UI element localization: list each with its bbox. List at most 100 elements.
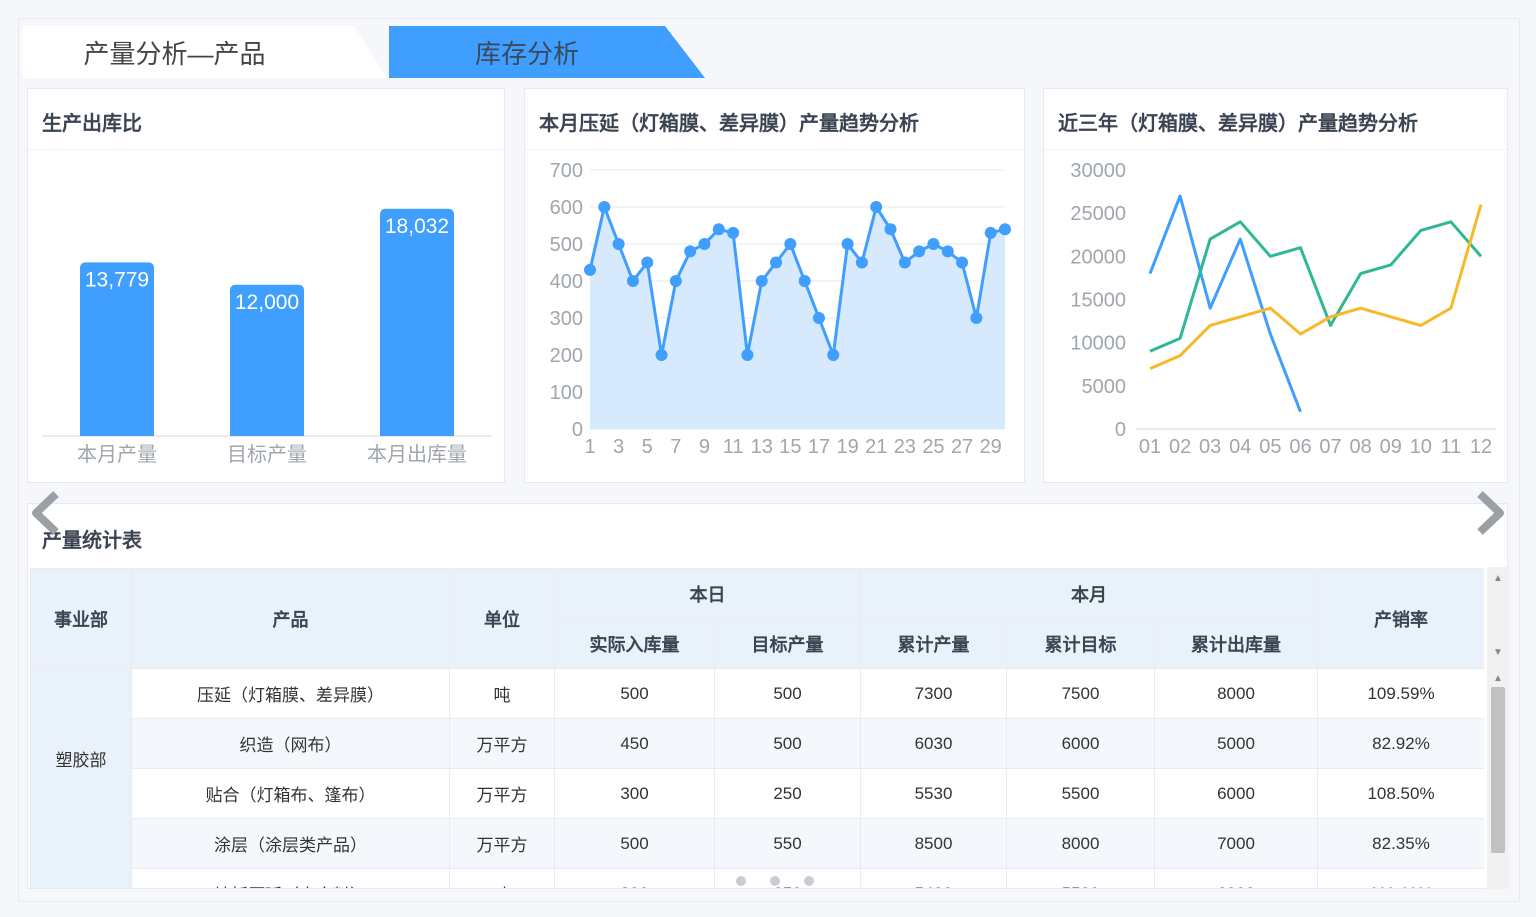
x-tick-label: 15 [779,436,801,458]
cell-target: 500 [714,718,861,769]
scroll-up-icon[interactable]: ▲ [1487,673,1509,684]
y-tick-label: 300 [550,308,583,330]
chevron-left-icon[interactable] [26,488,66,538]
data-point [827,349,840,361]
y-tick-label: 600 [550,197,583,219]
data-point [626,275,639,287]
x-tick-label: 13 [751,436,773,458]
data-point [755,275,768,287]
cell-unit: 万平方 [449,718,555,769]
panel-output-table: 产量统计表 事业部 产品 单位 本日 本月 产销率 实际入库量 目标产量 累计产… [27,503,1508,889]
header-product: 产品 [131,568,450,669]
carousel-dots [736,876,814,886]
tab-label: 产量分析—产品 [83,38,266,69]
series-line [1148,194,1302,413]
header-unit: 单位 [449,568,555,669]
x-tick-label: 3 [613,436,624,458]
cell-cum-output: 7300 [860,668,1007,719]
data-point [812,312,825,324]
panel-production-ratio: 生产出库比 13,779 本月产量 12,000 目标产量 18,032 本月出库量 [27,88,505,483]
x-tick-label: 本月产量 [77,443,157,466]
scroll-down-icon[interactable]: ▼ [1487,647,1509,658]
y-tick-label: 5000 [1082,376,1127,398]
tab-production-product[interactable]: 产量分析—产品 [22,26,387,78]
data-point [684,245,697,258]
carousel-dot[interactable] [736,876,746,886]
x-tick-label: 06 [1289,436,1311,458]
data-point [584,263,596,276]
x-tick-label: 29 [980,436,1002,458]
table-row: 贴合（灯箱布、篷布） 万平方 300 250 5530 5500 6000 108.50% [31,768,1484,819]
x-tick-label: 本月出库量 [367,443,467,466]
data-point [798,275,811,287]
cell-cum-output: 5530 [860,768,1007,819]
table-scroll-area[interactable]: 事业部 产品 单位 本日 本月 产销率 实际入库量 目标产量 累计产量 累计目标… [30,568,1484,888]
y-tick-label: 100 [550,382,583,404]
area-fill [590,207,1005,429]
cell-product: 压延（灯箱膜、差异膜） [131,668,450,719]
x-tick-label: 7 [670,436,681,458]
y-tick-label: 10000 [1070,333,1126,355]
output-table: 事业部 产品 单位 本日 本月 产销率 实际入库量 目标产量 累计产量 累计目标… [30,568,1484,888]
header-today: 本日 [554,568,861,619]
cell-unit: 吨 [449,868,555,888]
chevron-right-icon[interactable] [1470,488,1510,538]
data-point [770,256,783,269]
bar-data-label: 18,032 [385,215,449,238]
tab-inventory-analysis[interactable]: 库存分析 [389,26,705,78]
y-tick-label: 500 [550,234,583,256]
table-scrollbar[interactable]: ▲ ▼ ▲ [1487,567,1509,889]
series-line [1149,220,1483,353]
cell-cum-out: 7000 [1153,818,1319,869]
cell-actual-in: 500 [554,668,715,719]
x-tick-label: 02 [1169,436,1191,458]
data-point [855,256,868,269]
bar [380,208,454,436]
cell-cum-target: 5500 [1006,768,1155,819]
x-tick-label: 04 [1229,436,1251,458]
x-tick-label: 01 [1139,436,1161,458]
scroll-thumb[interactable] [1491,687,1505,853]
carousel-dot[interactable] [804,876,814,886]
data-point [999,223,1011,236]
x-tick-label: 09 [1380,436,1402,458]
carousel-dot[interactable] [770,876,780,886]
x-tick-label: 03 [1199,436,1221,458]
y-tick-label: 15000 [1070,290,1126,312]
line-chart: 0 5000 10000 15000 20000 25000 30000 01 02 03 04 05… [1070,160,1496,458]
table-row: 塑胶部 压延（灯箱膜、差异膜）吨 500 500 7300 7500 8000 109.59% [30,668,1484,888]
panel-three-year-trend: 近三年（灯箱膜、差异膜）产量趋势分析 0 5000 10000 15000 20000 2… [1043,88,1508,483]
cell-product: 涂层（涂层类产品） [131,818,450,869]
cell-cum-target: 7500 [1006,668,1155,719]
data-point [741,349,754,361]
x-tick-label: 12 [1470,436,1492,458]
cell-cum-out: 6000 [1153,868,1319,888]
header-cum-out: 累计出库量 [1153,618,1319,669]
cell-target: 500 [714,668,861,719]
cell-rate: 82.35% [1317,818,1484,869]
data-point [884,223,897,236]
scroll-up-icon[interactable]: ▲ [1487,573,1509,584]
y-tick-label: 20000 [1070,246,1126,268]
cell-product: 织造（网布） [131,718,450,769]
x-tick-label: 1 [584,436,595,458]
x-tick-label: 10 [1410,436,1432,458]
cell-cum-out: 8000 [1153,668,1319,719]
header-cum-output: 累计产量 [860,618,1007,669]
cell-actual-in: 300 [554,868,715,888]
cell-rate: 108.50% [1317,768,1484,819]
x-tick-label: 25 [922,436,944,458]
y-tick-label: 30000 [1070,160,1126,182]
data-point [655,349,668,361]
data-point [898,256,911,269]
data-point [727,226,740,239]
cell-rate: 82.92% [1317,718,1484,769]
data-point [612,238,625,250]
header-dept: 事业部 [30,568,132,669]
bar-chart: 13,779 本月产量 12,000 目标产量 18,032 本月出库量 [42,208,492,466]
cell-unit: 万平方 [449,818,555,869]
x-tick-label: 08 [1350,436,1372,458]
panel-month-trend: 本月压延（灯箱膜、差异膜）产量趋势分析 0 100 200 300 400 500 600 7… [524,88,1025,483]
data-point [841,238,854,250]
header-rate: 产销率 [1317,568,1484,669]
